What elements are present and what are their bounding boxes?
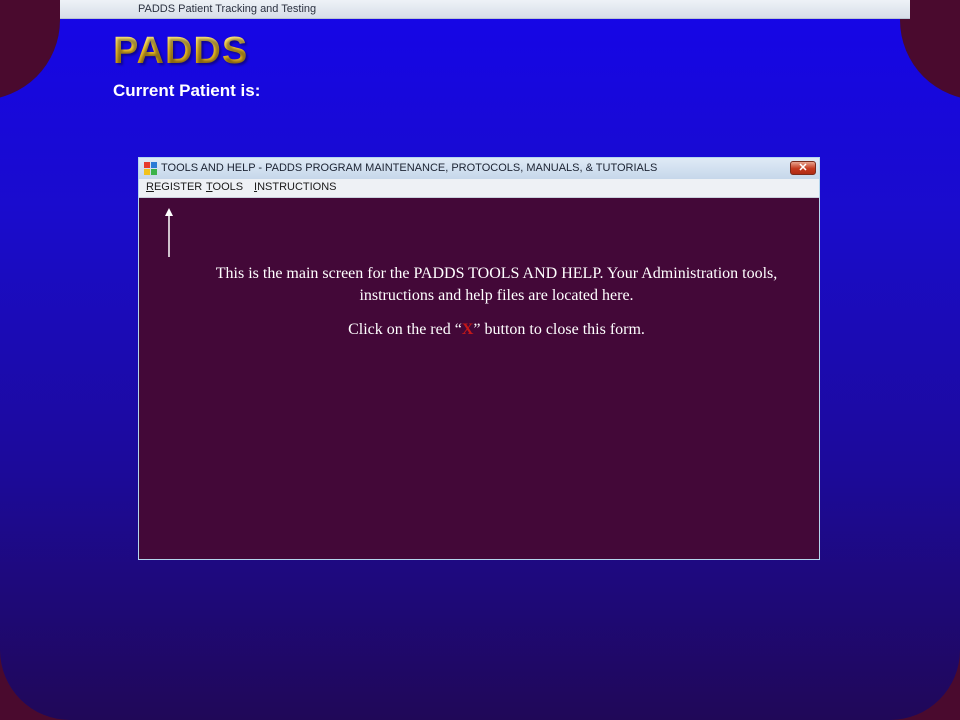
- close-icon: ✕: [798, 162, 808, 174]
- arrow-up-icon: [165, 208, 173, 257]
- close-button[interactable]: ✕: [790, 161, 816, 175]
- window-title: TOOLS AND HELP - PADDS PROGRAM MAINTENAN…: [161, 162, 658, 174]
- screen: PADDS Patient Tracking and Testing PADDS…: [0, 0, 960, 720]
- os-titlebar: PADDS Patient Tracking and Testing: [60, 0, 910, 19]
- frame: PADDS Patient Tracking and Testing PADDS…: [0, 0, 960, 720]
- tools-and-help-window: TOOLS AND HELP - PADDS PROGRAM MAINTENAN…: [138, 157, 820, 560]
- os-window-title: PADDS Patient Tracking and Testing: [138, 3, 317, 15]
- menu-register[interactable]: REGISTER: [146, 181, 202, 193]
- window-titlebar: TOOLS AND HELP - PADDS PROGRAM MAINTENAN…: [139, 158, 819, 180]
- instructions-line-2: Click on the red “X” button to close thi…: [348, 321, 645, 338]
- menu-tools[interactable]: TOOLS: [206, 181, 243, 193]
- current-patient-label: Current Patient is:: [113, 81, 261, 100]
- instructions-line-1: This is the main screen for the PADDS TO…: [215, 265, 778, 304]
- red-x-text: X: [461, 321, 474, 338]
- menubar: REGISTER TOOLS INSTRUCTIONS: [139, 179, 819, 198]
- menu-instructions[interactable]: INSTRUCTIONS: [254, 181, 337, 193]
- padds-logo: PADDS: [113, 30, 249, 72]
- instructions-text: This is the main screen for the PADDS TO…: [199, 263, 794, 341]
- app-icon: [144, 162, 157, 175]
